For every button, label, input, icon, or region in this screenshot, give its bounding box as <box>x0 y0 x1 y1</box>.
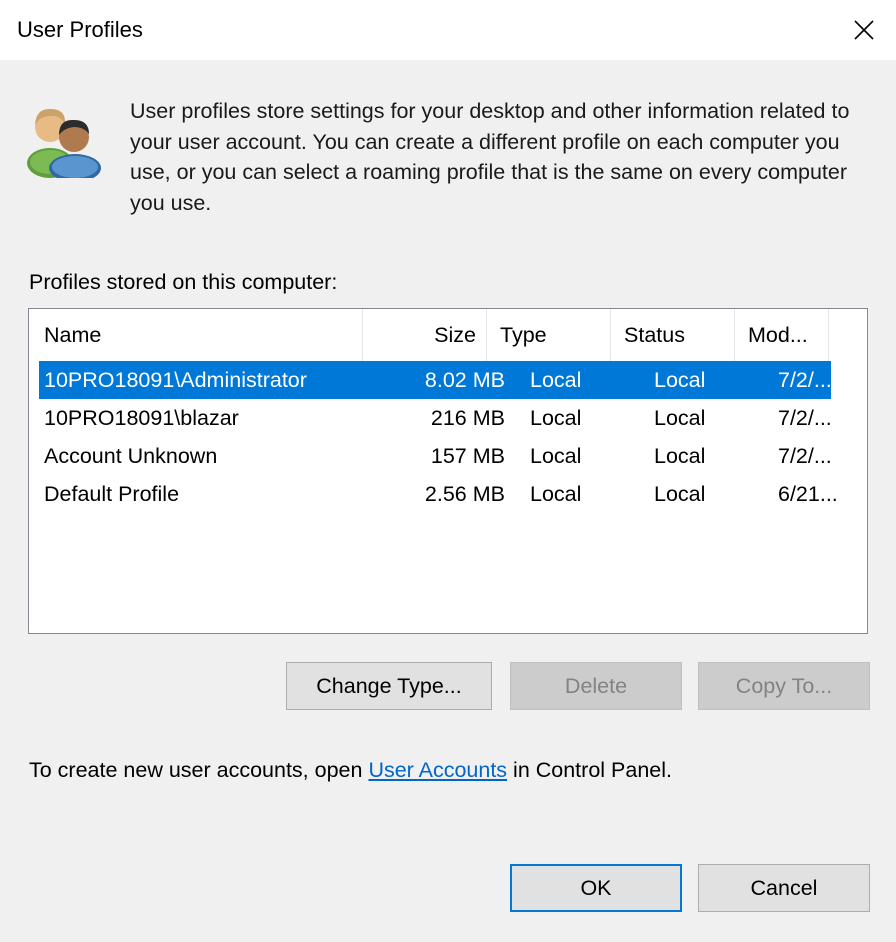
profiles-list[interactable]: Name Size Type Status Mod... 10PRO18091\… <box>28 308 868 634</box>
cell-type: Local <box>530 482 582 506</box>
footer-prefix: To create new user accounts, open <box>29 758 369 782</box>
cell-type: Local <box>530 444 582 468</box>
column-divider[interactable] <box>610 309 611 361</box>
cell-name: Account Unknown <box>44 444 218 468</box>
cell-name: 10PRO18091\blazar <box>44 406 239 430</box>
cell-modified: 7/2/... <box>778 406 832 430</box>
change-type-button[interactable]: Change Type... <box>286 662 492 710</box>
cell-status: Local <box>654 368 706 392</box>
cell-name: Default Profile <box>44 482 180 506</box>
footer-text: To create new user accounts, open User A… <box>29 756 672 784</box>
column-divider[interactable] <box>486 309 487 361</box>
table-row[interactable]: 10PRO18091\blazar 216 MB Local Local 7/2… <box>39 399 832 437</box>
column-divider[interactable] <box>734 309 735 361</box>
cell-size: 157 MB <box>430 444 505 468</box>
profiles-label: Profiles stored on this computer: <box>29 270 338 294</box>
column-header-size[interactable]: Size <box>369 309 476 361</box>
users-icon <box>27 108 101 178</box>
cell-size: 8.02 MB <box>424 368 505 392</box>
cell-status: Local <box>654 406 706 430</box>
cell-modified: 6/21... <box>778 482 838 506</box>
cell-size: 2.56 MB <box>424 482 505 506</box>
delete-button[interactable]: Delete <box>510 662 682 710</box>
cell-name: 10PRO18091\Administrator <box>44 368 307 392</box>
column-header-type[interactable]: Type <box>500 309 610 361</box>
cell-type: Local <box>530 406 582 430</box>
list-header: Name Size Type Status Mod... <box>29 309 859 361</box>
cell-type: Local <box>530 368 582 392</box>
column-divider[interactable] <box>362 309 363 361</box>
table-row[interactable]: Default Profile 2.56 MB Local Local 6/21… <box>39 475 838 513</box>
cell-status: Local <box>654 482 706 506</box>
title-bar: User Profiles <box>0 0 896 60</box>
cell-size: 216 MB <box>430 406 505 430</box>
footer-suffix: in Control Panel. <box>507 758 672 782</box>
user-profiles-dialog: User Profiles User profiles store settin… <box>0 0 896 942</box>
column-divider[interactable] <box>828 309 829 361</box>
cell-status: Local <box>654 444 706 468</box>
close-button[interactable] <box>832 0 896 60</box>
window-title: User Profiles <box>17 17 143 42</box>
column-header-modified[interactable]: Mod... <box>748 309 838 361</box>
column-header-status[interactable]: Status <box>624 309 734 361</box>
close-icon <box>854 20 874 40</box>
column-header-name[interactable]: Name <box>44 309 364 361</box>
cancel-button[interactable]: Cancel <box>698 864 870 912</box>
cell-modified: 7/2/... <box>778 368 832 392</box>
cell-modified: 7/2/... <box>778 444 832 468</box>
user-accounts-link[interactable]: User Accounts <box>368 758 507 782</box>
intro-text: User profiles store settings for your de… <box>130 99 850 215</box>
table-row[interactable]: Account Unknown 157 MB Local Local 7/2/.… <box>39 437 832 475</box>
table-row[interactable]: 10PRO18091\Administrator 8.02 MB Local L… <box>39 361 832 399</box>
copy-to-button[interactable]: Copy To... <box>698 662 870 710</box>
ok-button[interactable]: OK <box>510 864 682 912</box>
